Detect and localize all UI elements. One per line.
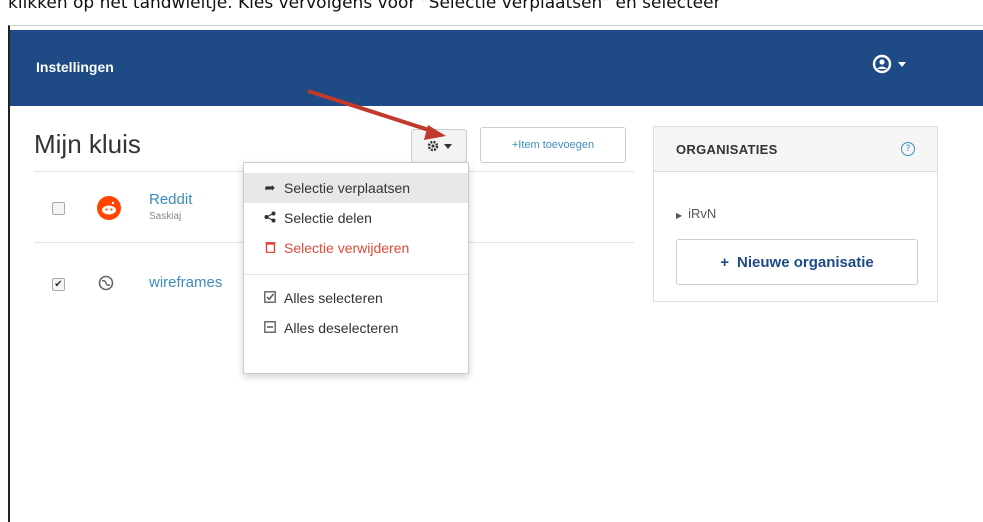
- instruction-caption: klikken op het tandwieltje. Kies vervolg…: [8, 0, 721, 13]
- annotation-arrow: [307, 89, 446, 140]
- app-window: Instellingen Mijn kluis +Item toevoegen: [8, 25, 983, 522]
